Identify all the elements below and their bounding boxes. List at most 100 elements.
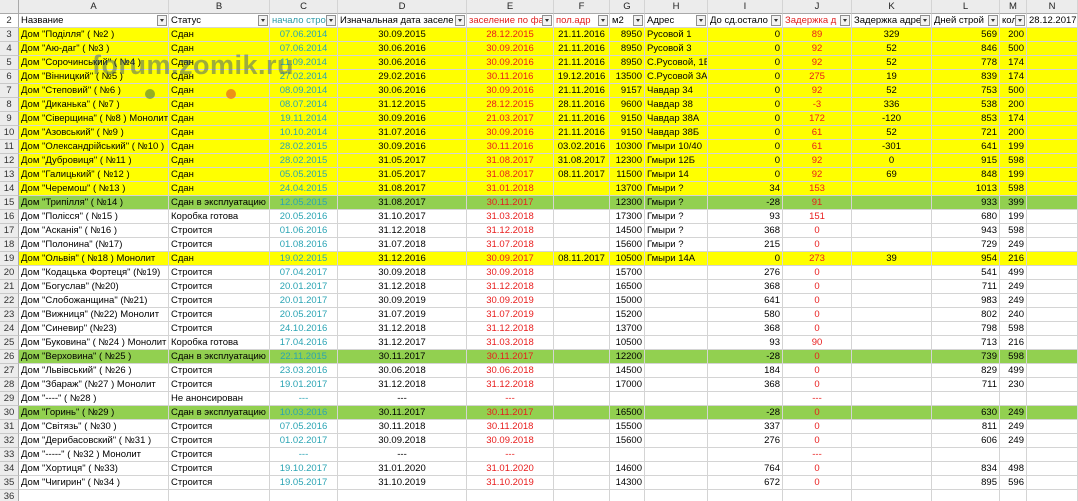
- row-number[interactable]: 32: [0, 434, 19, 448]
- cell-f[interactable]: 03.02.2016: [554, 140, 610, 154]
- cell-f[interactable]: [554, 210, 610, 224]
- cell-h[interactable]: Чавдар 38Б: [645, 126, 708, 140]
- row-number[interactable]: 31: [0, 420, 19, 434]
- cell-b[interactable]: Строится: [169, 238, 270, 252]
- cell-i[interactable]: 276: [708, 266, 783, 280]
- cell-f[interactable]: [554, 392, 610, 406]
- cell-d[interactable]: 31.05.2017: [338, 154, 467, 168]
- cell-h[interactable]: С.Русовой 3А: [645, 70, 708, 84]
- cell-n[interactable]: [1027, 28, 1078, 42]
- cell-d[interactable]: 30.09.2019: [338, 294, 467, 308]
- cell-j[interactable]: 0: [783, 322, 852, 336]
- cell-k[interactable]: 52: [852, 84, 932, 98]
- cell-m[interactable]: 249: [1000, 238, 1027, 252]
- row-number[interactable]: 11: [0, 140, 19, 154]
- cell-m[interactable]: 598: [1000, 154, 1027, 168]
- cell-e[interactable]: 31.07.2019: [467, 308, 554, 322]
- cell-e[interactable]: 30.11.2017: [467, 406, 554, 420]
- cell-h[interactable]: [645, 308, 708, 322]
- cell-c[interactable]: 19.10.2017: [270, 462, 338, 476]
- cell-d[interactable]: 30.06.2016: [338, 84, 467, 98]
- cell-m[interactable]: 499: [1000, 364, 1027, 378]
- cell-b[interactable]: Сдан в эксплуатацию: [169, 350, 270, 364]
- cell-j[interactable]: 0: [783, 378, 852, 392]
- cell-a[interactable]: Дом "Азовський" ( №9 ): [19, 126, 169, 140]
- cell-g[interactable]: 10300: [610, 140, 645, 154]
- cell-i[interactable]: 0: [708, 98, 783, 112]
- cell-d[interactable]: 31.05.2017: [338, 168, 467, 182]
- cell-i[interactable]: 368: [708, 280, 783, 294]
- cell-d[interactable]: 30.09.2018: [338, 434, 467, 448]
- cell-l[interactable]: 753: [932, 84, 1000, 98]
- row-number[interactable]: 23: [0, 308, 19, 322]
- cell-k[interactable]: [852, 238, 932, 252]
- cell-l[interactable]: 839: [932, 70, 1000, 84]
- cell-m[interactable]: 216: [1000, 336, 1027, 350]
- cell-d[interactable]: 31.07.2016: [338, 126, 467, 140]
- cell-n[interactable]: [1027, 266, 1078, 280]
- cell-k[interactable]: -120: [852, 112, 932, 126]
- cell-i[interactable]: 0: [708, 252, 783, 266]
- cell-l[interactable]: 630: [932, 406, 1000, 420]
- cell-g[interactable]: 14300: [610, 476, 645, 490]
- cell-n[interactable]: [1027, 196, 1078, 210]
- cell-k[interactable]: [852, 224, 932, 238]
- cell-g[interactable]: 15600: [610, 434, 645, 448]
- row-number[interactable]: 27: [0, 364, 19, 378]
- cell-l[interactable]: 933: [932, 196, 1000, 210]
- cell-h[interactable]: Гмыри 14А: [645, 252, 708, 266]
- cell-g[interactable]: 13500: [610, 70, 645, 84]
- filter-dropdown-button[interactable]: [326, 15, 336, 26]
- cell-a[interactable]: Дом "Світязь" ( №30 ): [19, 420, 169, 434]
- cell-j[interactable]: 61: [783, 126, 852, 140]
- cell-n[interactable]: [1027, 140, 1078, 154]
- cell-a[interactable]: Дом "Дерибасовский" ( №31 ): [19, 434, 169, 448]
- cell-g[interactable]: 9150: [610, 112, 645, 126]
- cell-e[interactable]: 30.09.2017: [467, 252, 554, 266]
- cell-g[interactable]: 15700: [610, 266, 645, 280]
- cell-m[interactable]: 598: [1000, 182, 1027, 196]
- cell-b[interactable]: Строится: [169, 224, 270, 238]
- cell-i[interactable]: [708, 392, 783, 406]
- cell-g[interactable]: 13700: [610, 322, 645, 336]
- row-number[interactable]: 10: [0, 126, 19, 140]
- cell-d[interactable]: 31.07.2018: [338, 238, 467, 252]
- cell-b[interactable]: Строится: [169, 364, 270, 378]
- cell-j[interactable]: 275: [783, 70, 852, 84]
- cell-m[interactable]: 500: [1000, 42, 1027, 56]
- cell-h[interactable]: [645, 378, 708, 392]
- cell-f[interactable]: [554, 462, 610, 476]
- row-number[interactable]: 34: [0, 462, 19, 476]
- cell-g[interactable]: 9157: [610, 84, 645, 98]
- cell-n[interactable]: [1027, 154, 1078, 168]
- cell-l[interactable]: 739: [932, 350, 1000, 364]
- cell-n[interactable]: [1027, 280, 1078, 294]
- filter-dropdown-button[interactable]: [598, 15, 608, 26]
- row-number[interactable]: 18: [0, 238, 19, 252]
- cell-e[interactable]: 30.11.2017: [467, 350, 554, 364]
- cell-e[interactable]: 28.12.2015: [467, 28, 554, 42]
- cell-g[interactable]: 10500: [610, 336, 645, 350]
- cell-a[interactable]: Дом "Полонина" (№17): [19, 238, 169, 252]
- column-header-e[interactable]: E: [467, 0, 554, 14]
- cell-l[interactable]: 711: [932, 378, 1000, 392]
- cell-h[interactable]: [645, 336, 708, 350]
- cell-c[interactable]: 20.05.2017: [270, 308, 338, 322]
- cell-h[interactable]: Гмыри ?: [645, 182, 708, 196]
- cell-e[interactable]: 31.12.2018: [467, 224, 554, 238]
- cell-k[interactable]: -301: [852, 140, 932, 154]
- cell-m[interactable]: 249: [1000, 280, 1027, 294]
- cell-e[interactable]: 31.03.2018: [467, 336, 554, 350]
- cell-b[interactable]: Сдан: [169, 154, 270, 168]
- cell-e[interactable]: 30.09.2018: [467, 434, 554, 448]
- cell-d[interactable]: 31.12.2016: [338, 252, 467, 266]
- cell-b[interactable]: Сдан: [169, 112, 270, 126]
- column-header-j[interactable]: J: [783, 0, 852, 14]
- cell-i[interactable]: 672: [708, 476, 783, 490]
- cell-e[interactable]: 31.12.2018: [467, 322, 554, 336]
- cell-f[interactable]: [554, 322, 610, 336]
- cell-c[interactable]: 07.06.2014: [270, 42, 338, 56]
- cell-h[interactable]: [645, 476, 708, 490]
- column-header-d[interactable]: D: [338, 0, 467, 14]
- cell-f[interactable]: 19.12.2016: [554, 70, 610, 84]
